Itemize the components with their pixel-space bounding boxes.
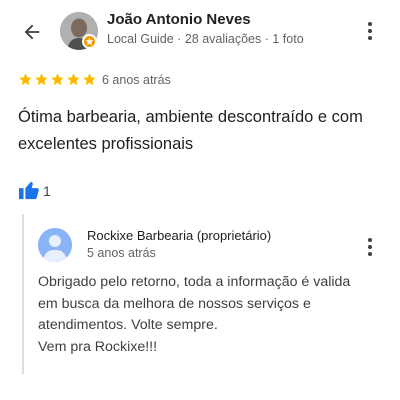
star-icon (19, 73, 32, 86)
back-button[interactable] (18, 18, 46, 46)
like-button[interactable] (18, 180, 40, 200)
star-icon (51, 73, 64, 86)
owner-avatar[interactable] (38, 228, 72, 262)
author-name[interactable]: João Antonio Neves (107, 11, 251, 28)
review-more-button[interactable] (360, 18, 380, 44)
star-icon (83, 73, 96, 86)
owner-name: Rockixe Barbearia (proprietário) (87, 228, 272, 243)
more-vert-icon (368, 238, 372, 242)
reply-indent-bar (22, 214, 24, 374)
author-meta: Local Guide · 28 avaliações · 1 foto (107, 32, 304, 46)
reply-line: Vem pra Rockixe!!! (38, 338, 158, 355)
review-time: 6 anos atrás (102, 73, 171, 87)
reply-more-button[interactable] (360, 234, 380, 260)
star-icon (35, 73, 48, 86)
star-rating (18, 72, 97, 87)
person-icon (38, 228, 72, 262)
reply-line: atendimentos. Volte sempre. (38, 317, 218, 333)
like-count: 1 (43, 183, 51, 199)
owner-reply-text: Obrigado pelo retorno, toda a informação… (38, 272, 388, 358)
review-text: Ótima barbearia, ambiente descontraído e… (18, 108, 363, 153)
more-vert-icon (368, 22, 372, 26)
star-icon (67, 73, 80, 86)
reply-line: em busca da melhora de nossos serviços e (38, 295, 311, 312)
reply-line: Obrigado pelo retorno, toda a informação… (38, 274, 351, 290)
thumb-up-icon (19, 181, 39, 200)
review-page: João Antonio Neves Local Guide · 28 aval… (0, 0, 400, 400)
arrow-back-icon (24, 24, 40, 40)
owner-reply-time: 5 anos atrás (87, 246, 156, 260)
local-guide-badge-icon (82, 34, 97, 49)
